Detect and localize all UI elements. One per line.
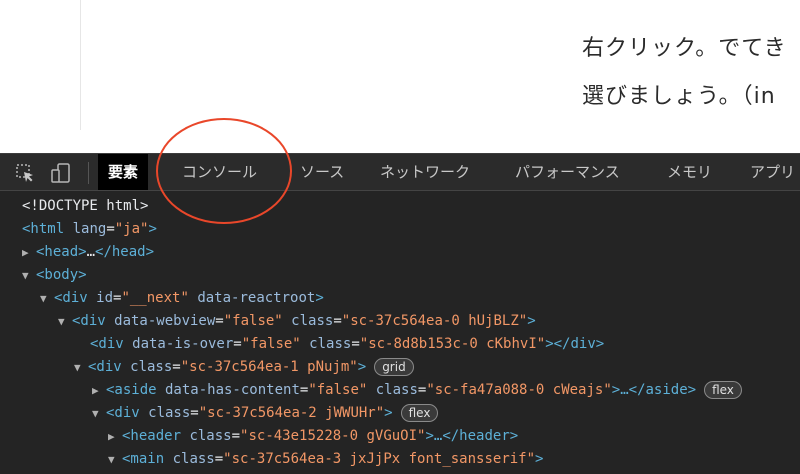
attr-value: "sc-8d8b153c-0 cKbhvI" (359, 336, 546, 352)
attr-value: "false" (241, 336, 301, 352)
tree-row-header[interactable]: ▶ <header class="sc-43e15228-0 gVGuOI">…<… (108, 425, 518, 447)
collapsed-arrow-icon[interactable]: ▶ (22, 242, 36, 264)
tab-performance[interactable]: パフォーマンス (505, 154, 630, 190)
tab-network[interactable]: ネットワーク (370, 154, 480, 190)
tag-open: <header (122, 428, 182, 444)
tab-sources[interactable]: ソース (290, 154, 354, 190)
elements-tree: <!DOCTYPE html> <html lang="ja"> ▶ <head>… (0, 191, 800, 474)
tree-row-body[interactable]: ▼ <body> (22, 264, 87, 286)
equals: = (214, 451, 224, 467)
tag-close: >…</aside> (611, 382, 697, 398)
tag-close: > (315, 290, 324, 306)
tag-close: > (384, 405, 393, 421)
tree-row-doctype[interactable]: <!DOCTYPE html> (22, 195, 148, 217)
inspect-element-icon[interactable] (14, 162, 36, 184)
tag-open: <div (106, 405, 140, 421)
tag-open: <head> (36, 244, 87, 260)
flex-badge[interactable]: flex (400, 404, 439, 422)
collapsed-arrow-icon[interactable]: ▶ (92, 380, 106, 402)
article-line-1: 右クリック。でてき (582, 36, 787, 61)
ellipsis[interactable]: … (87, 244, 95, 260)
expanded-arrow-icon[interactable]: ▼ (92, 403, 106, 425)
attr-value: "__next" (121, 290, 189, 306)
attr-name: class (164, 451, 215, 467)
tree-row-div-next[interactable]: ▼ <div id="__next" data-reactroot> (40, 287, 324, 309)
toolbar-separator (88, 162, 89, 184)
doctype-text: <!DOCTYPE html> (22, 198, 149, 214)
attr-name: class (139, 405, 191, 421)
devtools-toolbar: 要素 コンソール ソース ネットワーク パフォーマンス メモリ アプリ (0, 153, 800, 191)
attr-value: "false" (308, 382, 368, 398)
tag-close: > (535, 451, 544, 467)
tag-open: <aside (106, 382, 157, 398)
tree-row-div-is-over[interactable]: <div data-is-over="false" class="sc-8d8b… (90, 333, 604, 355)
article-line-2: 選びましょう。（in (582, 84, 776, 109)
tag-open: <html (22, 221, 65, 237)
attr-name: data-reactroot (188, 290, 316, 306)
attr-value: "sc-37c564ea-0 hUjBLZ" (341, 313, 528, 329)
tag-close: > (527, 313, 536, 329)
attr-name: lang (64, 221, 107, 237)
tag-open: <div (90, 336, 124, 352)
equals: = (190, 405, 199, 421)
tag-open: <div (88, 359, 122, 375)
tag-close: > (357, 359, 367, 375)
equals: = (351, 336, 360, 352)
tag-close: </head> (95, 244, 155, 260)
tag-open: <body> (36, 267, 87, 283)
expanded-arrow-icon[interactable]: ▼ (74, 357, 88, 379)
equals: = (172, 359, 181, 375)
expanded-arrow-icon[interactable]: ▼ (108, 449, 122, 471)
attr-value: "sc-43e15228-0 gVGuOI" (240, 428, 426, 444)
tree-row-aside[interactable]: ▶ <aside data-has-content="false" class="… (92, 379, 742, 401)
article-divider (80, 0, 81, 130)
tag-close: ></div> (545, 336, 605, 352)
tab-application[interactable]: アプリ (740, 154, 800, 190)
attr-name: class (282, 313, 334, 329)
tree-row-div-webview[interactable]: ▼ <div data-webview="false" class="sc-37c… (58, 310, 536, 332)
tree-row-div-jwwuhr[interactable]: ▼ <div class="sc-37c564ea-2 jWWUHr"> flex (92, 402, 439, 425)
device-toolbar-icon[interactable] (50, 162, 72, 184)
attr-value: "sc-37c564ea-2 jWWUHr" (198, 405, 385, 421)
flex-badge[interactable]: flex (704, 381, 742, 399)
expanded-arrow-icon[interactable]: ▼ (58, 311, 72, 333)
grid-badge[interactable]: grid (374, 358, 414, 376)
tree-row-html[interactable]: <html lang="ja"> (22, 218, 157, 240)
tree-row-main[interactable]: ▼ <main class="sc-37c564ea-3 jxJjPx font_… (108, 448, 543, 470)
equals: = (333, 313, 342, 329)
tag-open: <div (54, 290, 88, 306)
tag-close: >…</header> (425, 428, 519, 444)
attr-value: "sc-37c564ea-3 jxJjPx font_sansserif" (223, 451, 536, 467)
tag-open: <div (72, 313, 106, 329)
equals: = (215, 313, 224, 329)
equals: = (233, 336, 242, 352)
attr-name: id (87, 290, 114, 306)
tag-close: > (148, 221, 157, 237)
attr-name: class (300, 336, 352, 352)
tree-row-head[interactable]: ▶ <head>…</head> (22, 241, 154, 263)
attr-value: "ja" (114, 221, 149, 237)
attr-name: class (181, 428, 232, 444)
tab-console[interactable]: コンソール (172, 154, 267, 190)
tree-row-div-pnujm[interactable]: ▼ <div class="sc-37c564ea-1 pNujm"> grid (74, 356, 414, 378)
expanded-arrow-icon[interactable]: ▼ (22, 265, 36, 287)
expanded-arrow-icon[interactable]: ▼ (40, 288, 54, 310)
tag-open: <main (122, 451, 165, 467)
tab-memory[interactable]: メモリ (657, 154, 722, 190)
attr-value: "sc-fa47a088-0 cWeajs" (426, 382, 612, 398)
attr-name: data-is-over (123, 336, 234, 352)
attr-value: "sc-37c564ea-1 pNujm" (180, 359, 358, 375)
attr-name: data-webview (105, 313, 216, 329)
article-area: 右クリック。でてき 選びましょう。（in (0, 0, 800, 153)
attr-name: data-has-content (156, 382, 300, 398)
equals: = (231, 428, 241, 444)
equals: = (106, 221, 115, 237)
attr-value: "false" (223, 313, 283, 329)
tab-elements[interactable]: 要素 (98, 154, 149, 190)
attr-name: class (121, 359, 173, 375)
attr-name: class (367, 382, 418, 398)
collapsed-arrow-icon[interactable]: ▶ (108, 426, 122, 448)
